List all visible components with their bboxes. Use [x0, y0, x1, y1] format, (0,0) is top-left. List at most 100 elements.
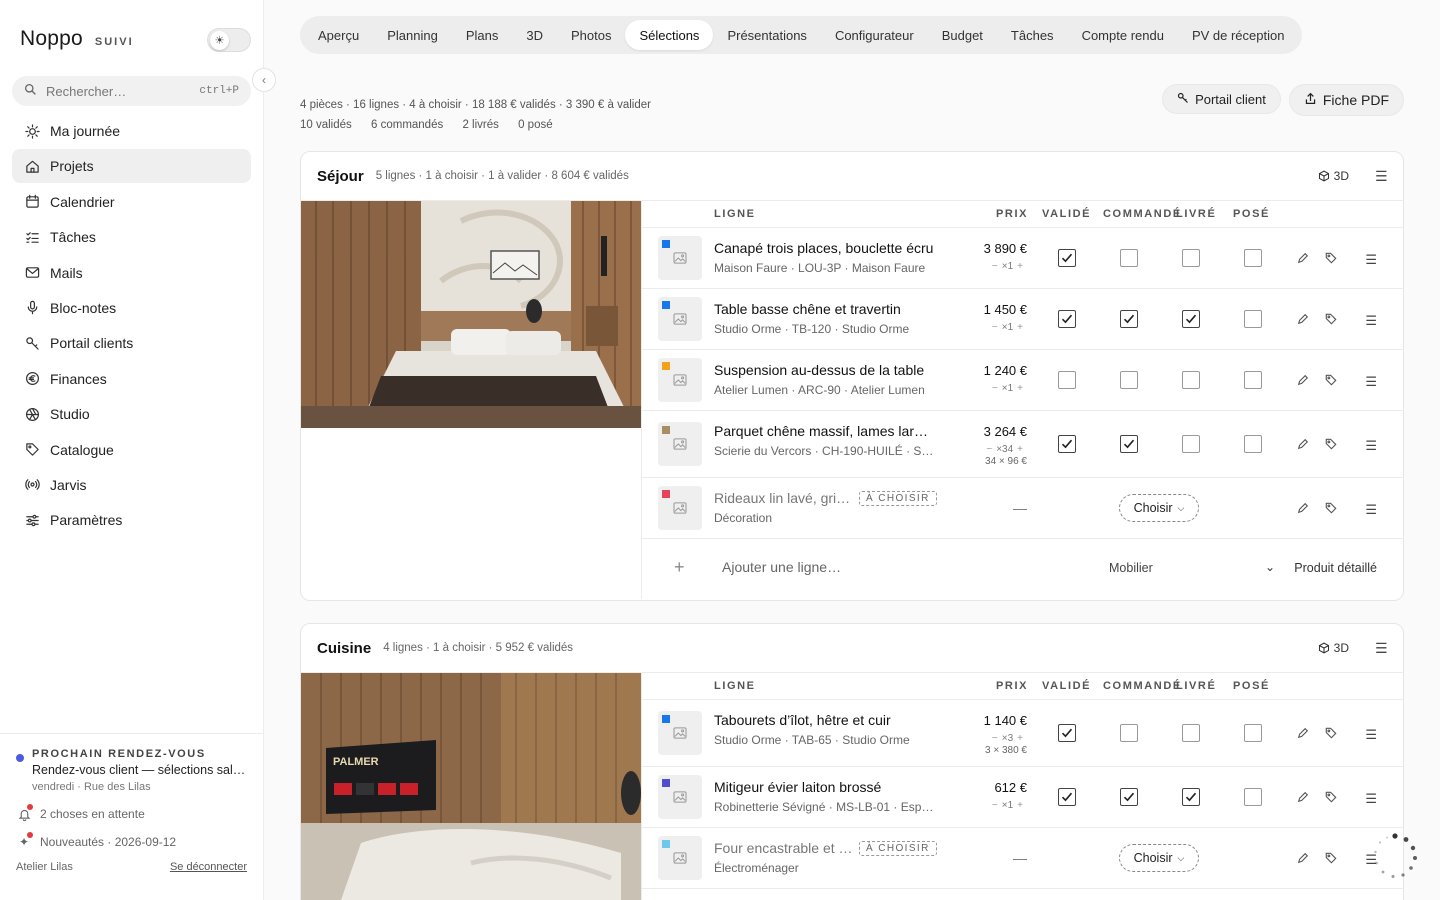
sidebar-item-finances[interactable]: Finances: [12, 362, 251, 396]
table-row[interactable]: Table basse chêne et travertin Studio Orm…: [642, 289, 1403, 350]
plus-icon[interactable]: +: [1017, 733, 1023, 744]
installed-checkbox[interactable]: [1244, 249, 1262, 267]
validated-checkbox[interactable]: [1058, 435, 1076, 453]
quantity-stepper[interactable]: − ×34 +: [982, 444, 1027, 455]
edit-icon[interactable]: [1295, 850, 1311, 866]
category-select[interactable]: Mobilier ⌄: [1109, 560, 1275, 575]
plus-icon[interactable]: +: [674, 557, 685, 578]
sidebar-item-ma-journée[interactable]: Ma journée: [12, 114, 251, 148]
ordered-checkbox[interactable]: [1120, 724, 1138, 742]
ordered-checkbox[interactable]: [1120, 788, 1138, 806]
sidebar-item-portail-clients[interactable]: Portail clients: [12, 326, 251, 360]
plus-icon[interactable]: +: [1017, 261, 1023, 272]
edit-icon[interactable]: [1295, 500, 1311, 516]
table-row[interactable]: Four encastrable et micro-ondes Électromé…: [642, 828, 1403, 889]
room-menu-icon[interactable]: ☰: [1375, 168, 1388, 185]
tab-configurateur[interactable]: Configurateur: [821, 20, 928, 50]
edit-icon[interactable]: [1295, 311, 1311, 327]
row-menu-icon[interactable]: ☰: [1365, 438, 1377, 454]
installed-checkbox[interactable]: [1244, 724, 1262, 742]
tab-planning[interactable]: Planning: [373, 20, 452, 50]
sidebar-item-projets[interactable]: Projets: [12, 149, 251, 184]
delivered-checkbox[interactable]: [1182, 371, 1200, 389]
tab-sélections[interactable]: Sélections: [625, 20, 714, 50]
delivered-checkbox[interactable]: [1182, 788, 1200, 806]
row-menu-icon[interactable]: ☰: [1365, 727, 1377, 743]
collapse-sidebar-button[interactable]: ‹: [252, 68, 276, 92]
edit-icon[interactable]: [1295, 372, 1311, 388]
table-row[interactable]: Rideaux lin lavé, gris perle Décoration À …: [642, 478, 1403, 539]
quantity-stepper[interactable]: − ×1 +: [988, 322, 1027, 333]
tag-icon[interactable]: [1323, 311, 1339, 327]
plus-icon[interactable]: +: [1017, 383, 1023, 394]
installed-checkbox[interactable]: [1244, 310, 1262, 328]
tab-budget[interactable]: Budget: [928, 20, 997, 50]
edit-icon[interactable]: [1295, 789, 1311, 805]
theme-toggle[interactable]: ☀: [207, 28, 251, 52]
edit-icon[interactable]: [1295, 725, 1311, 741]
quantity-stepper[interactable]: − ×1 +: [988, 261, 1027, 272]
minus-icon[interactable]: −: [992, 261, 998, 272]
sidebar-item-catalogue[interactable]: Catalogue: [12, 433, 251, 467]
sidebar-item-tâches[interactable]: Tâches: [12, 220, 251, 254]
add-line-input[interactable]: [722, 559, 1022, 575]
tag-icon[interactable]: [1323, 250, 1339, 266]
room-menu-icon[interactable]: ☰: [1375, 640, 1388, 657]
delivered-checkbox[interactable]: [1182, 310, 1200, 328]
table-row[interactable]: Parquet chêne massif, lames larges Scieri…: [642, 411, 1403, 478]
sidebar-item-mails[interactable]: Mails: [12, 256, 251, 290]
validated-checkbox[interactable]: [1058, 788, 1076, 806]
row-menu-icon[interactable]: ☰: [1365, 252, 1377, 268]
news-link[interactable]: ✦ Nouveautés · 2026-09-12: [16, 832, 247, 850]
row-menu-icon[interactable]: ☰: [1365, 313, 1377, 329]
ordered-checkbox[interactable]: [1120, 435, 1138, 453]
plus-icon[interactable]: +: [1017, 800, 1023, 811]
delivered-checkbox[interactable]: [1182, 435, 1200, 453]
tag-icon[interactable]: [1323, 372, 1339, 388]
pdf-sheet-button[interactable]: Fiche PDF: [1288, 84, 1404, 116]
row-menu-icon[interactable]: ☰: [1365, 374, 1377, 390]
tab-pv-de-réception[interactable]: PV de réception: [1178, 20, 1299, 50]
validated-checkbox[interactable]: [1058, 249, 1076, 267]
minus-icon[interactable]: −: [992, 733, 998, 744]
minus-icon[interactable]: −: [986, 444, 992, 455]
tab-compte-rendu[interactable]: Compte rendu: [1068, 20, 1178, 50]
installed-checkbox[interactable]: [1244, 788, 1262, 806]
room-photo[interactable]: PALMER: [301, 673, 641, 900]
delivered-checkbox[interactable]: [1182, 249, 1200, 267]
brand[interactable]: Noppo SUIVI: [20, 27, 134, 51]
tag-icon[interactable]: [1323, 436, 1339, 452]
choose-button[interactable]: Choisir ⌵: [1119, 844, 1199, 872]
tab-aperçu[interactable]: Aperçu: [304, 20, 373, 50]
sidebar-item-paramètres[interactable]: Paramètres: [12, 503, 251, 537]
table-row[interactable]: Mitigeur évier laiton brossé Robinetterie…: [642, 767, 1403, 828]
table-row[interactable]: Suspension au-dessus de la table Atelier …: [642, 350, 1403, 411]
minus-icon[interactable]: −: [992, 322, 998, 333]
next-meeting-title[interactable]: Rendez-vous client — sélections salle de…: [16, 763, 246, 777]
table-row[interactable]: Tabourets d’îlot, hêtre et cuir Studio Or…: [642, 700, 1403, 767]
validated-checkbox[interactable]: [1058, 310, 1076, 328]
validated-checkbox[interactable]: [1058, 724, 1076, 742]
room-3d-button[interactable]: 3D: [1318, 169, 1349, 183]
plus-icon[interactable]: +: [1017, 322, 1023, 333]
detailed-product-toggle[interactable]: Produit détaillé: [1294, 561, 1377, 575]
tag-icon[interactable]: [1323, 500, 1339, 516]
quantity-stepper[interactable]: − ×3 +: [988, 733, 1027, 744]
choose-button[interactable]: Choisir ⌵: [1119, 494, 1199, 522]
installed-checkbox[interactable]: [1244, 435, 1262, 453]
minus-icon[interactable]: −: [992, 800, 998, 811]
tab-3d[interactable]: 3D: [512, 20, 557, 50]
client-portal-button[interactable]: Portail client: [1162, 84, 1281, 114]
room-photo[interactable]: [301, 201, 641, 428]
validated-checkbox[interactable]: [1058, 371, 1076, 389]
room-3d-button[interactable]: 3D: [1318, 641, 1349, 655]
search-bar[interactable]: ctrl+P: [12, 76, 251, 106]
tab-présentations[interactable]: Présentations: [713, 20, 821, 50]
table-row[interactable]: Canapé trois places, bouclette écru Maiso…: [642, 228, 1403, 289]
ordered-checkbox[interactable]: [1120, 249, 1138, 267]
sidebar-item-bloc-notes[interactable]: Bloc-notes: [12, 291, 251, 325]
sidebar-item-calendrier[interactable]: Calendrier: [12, 185, 251, 219]
plus-icon[interactable]: +: [1017, 444, 1023, 455]
installed-checkbox[interactable]: [1244, 371, 1262, 389]
row-menu-icon[interactable]: ☰: [1365, 791, 1377, 807]
